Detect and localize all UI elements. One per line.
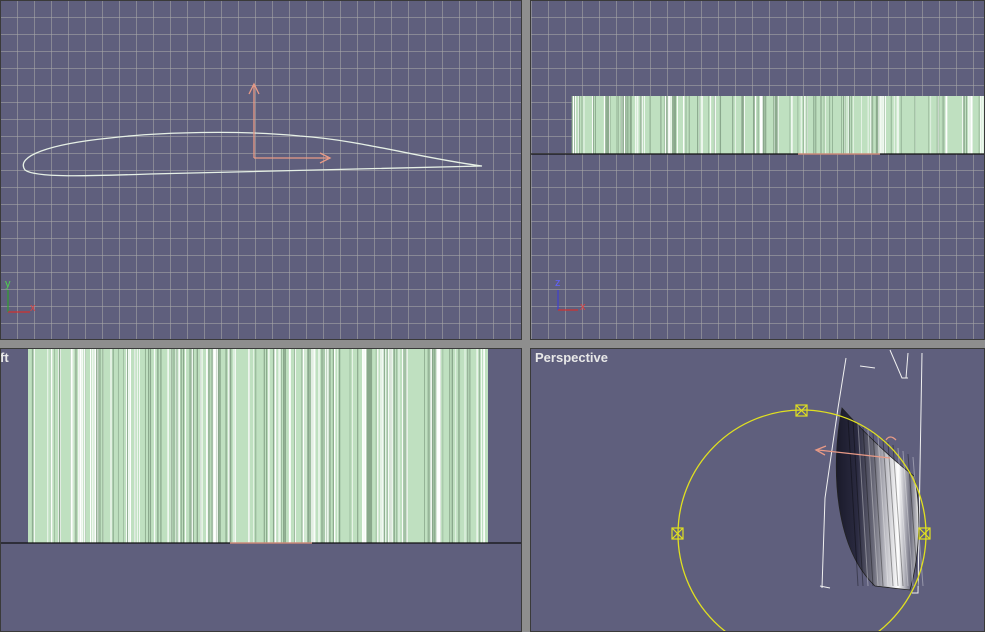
viewport-label-left[interactable]: ft [0,350,9,365]
axis-label-y: y [5,278,11,290]
axis-label-x: x [580,301,586,313]
viewport-label-perspective[interactable]: Perspective [535,350,608,365]
viewport-top[interactable]: y x [0,0,522,340]
viewport-front[interactable]: z x [530,0,985,340]
viewport-top-canvas [7,82,483,313]
axis-tripod [7,290,30,313]
move-gizmo [248,82,332,164]
axis-tripod [557,290,578,311]
viewport-perspective[interactable]: Perspective [530,348,985,632]
viewport-perspective-canvas [671,349,931,632]
viewport-separator-horizontal[interactable] [0,340,985,348]
axis-label-z: z [555,277,561,289]
axis-label-x: x [30,302,36,314]
viewport-left[interactable]: ft [0,348,522,632]
airfoil-outline [22,131,483,177]
viewport-separator-vertical[interactable] [522,0,530,632]
viewport-front-canvas [530,96,985,311]
viewport-left-canvas [0,348,522,544]
